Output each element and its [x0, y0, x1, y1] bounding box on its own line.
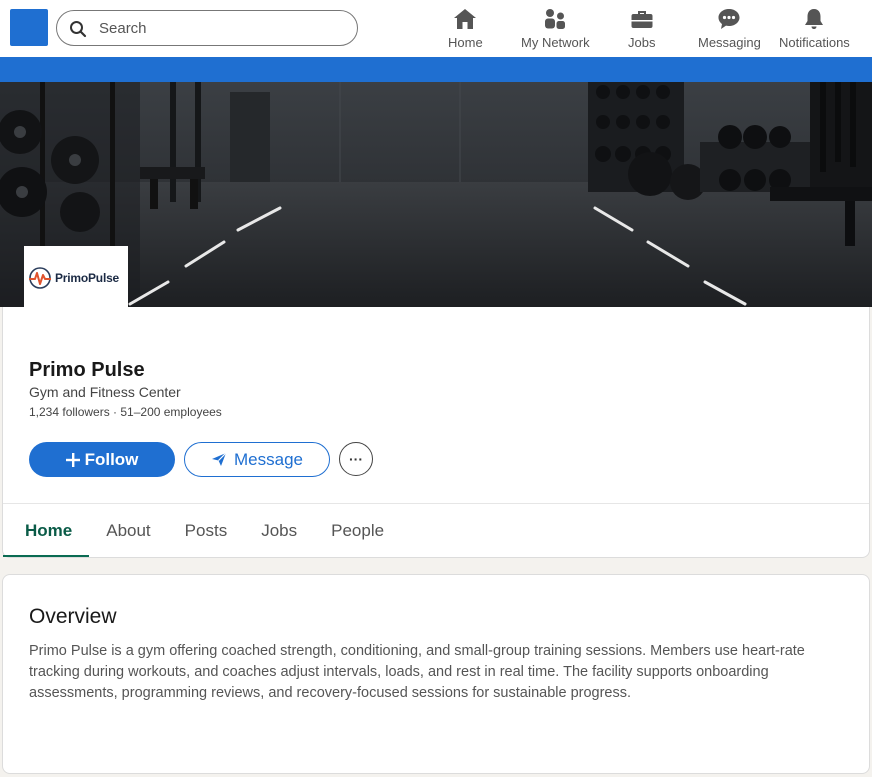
pulse-logo-icon [29, 267, 51, 289]
company-profile-card: Primo Pulse Gym and Fitness Center 1,234… [2, 307, 870, 558]
tab-about[interactable]: About [89, 504, 167, 557]
overview-card: Overview Primo Pulse is a gym offering c… [2, 574, 870, 774]
nav-label-messaging: Messaging [698, 35, 761, 50]
search-input[interactable] [99, 17, 339, 39]
message-button-label: Message [234, 449, 303, 469]
top-navigation: Home My Network Jobs Messaging [0, 0, 872, 57]
company-tabs: Home About Posts Jobs People [3, 504, 401, 557]
cover-image [0, 82, 872, 307]
overview-text: Primo Pulse is a gym offering coached st… [29, 643, 805, 701]
company-name: Primo Pulse [29, 359, 145, 381]
company-industry: Gym and Fitness Center [29, 384, 181, 400]
chat-icon [718, 9, 740, 29]
more-options-button[interactable]: ··· [339, 442, 373, 476]
nav-item-jobs[interactable]: Jobs [628, 6, 655, 52]
nav-label-notifications: Notifications [779, 35, 850, 50]
nav-item-my-network[interactable]: My Network [521, 6, 590, 52]
company-logo: PrimoPulse [24, 246, 128, 310]
more-options-label: ··· [349, 451, 363, 467]
follow-button[interactable]: Follow [29, 442, 175, 477]
nav-label-my-network: My Network [521, 35, 590, 50]
send-icon [212, 452, 227, 466]
tab-jobs[interactable]: Jobs [244, 504, 314, 557]
tab-people[interactable]: People [314, 504, 401, 557]
tab-posts[interactable]: Posts [168, 504, 245, 557]
overview-title: Overview [29, 605, 117, 628]
nav-item-notifications[interactable]: Notifications [779, 6, 850, 52]
plus-icon [65, 452, 80, 467]
company-stats: 1,234 followers · 51–200 employees [29, 405, 222, 419]
follow-button-label: Follow [84, 449, 139, 469]
people-icon [545, 9, 566, 29]
message-button[interactable]: Message [184, 442, 330, 477]
search-icon [70, 21, 87, 38]
nav-label-home: Home [448, 35, 483, 50]
nav-label-jobs: Jobs [628, 35, 656, 50]
briefcase-icon [631, 11, 653, 28]
company-logo-text: PrimoPulse [55, 271, 120, 285]
nav-item-messaging[interactable]: Messaging [698, 6, 761, 52]
top-accent-band [0, 57, 872, 82]
tab-home[interactable]: Home [3, 504, 90, 557]
app-logo[interactable] [10, 9, 48, 46]
nav-item-home[interactable]: Home [448, 6, 483, 52]
search-bar[interactable] [56, 10, 358, 46]
bell-icon [805, 9, 824, 29]
home-icon [454, 9, 477, 29]
